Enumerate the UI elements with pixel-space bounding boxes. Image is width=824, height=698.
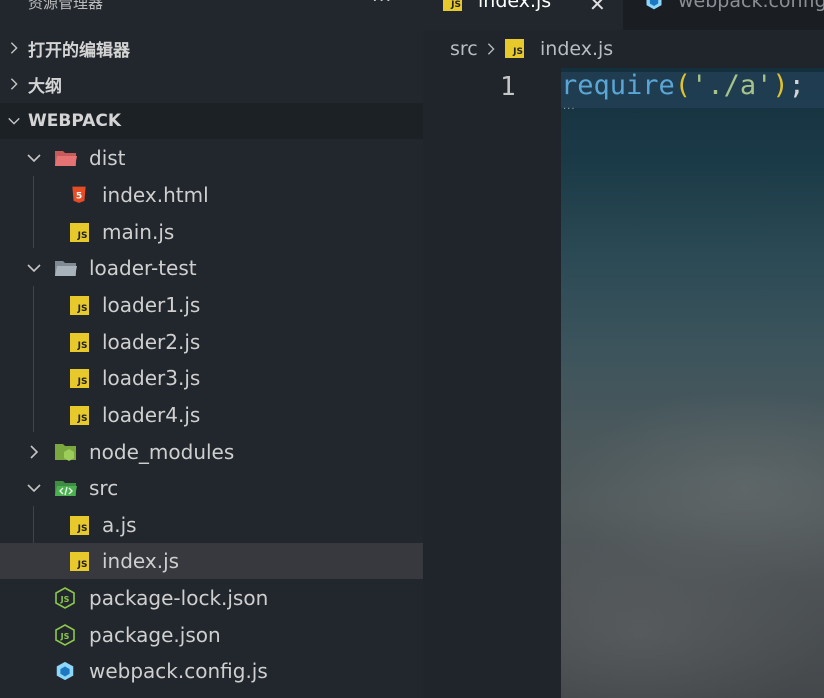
- more-actions-button[interactable]: ···: [372, 0, 392, 11]
- line-gutter: [423, 68, 561, 698]
- tree-file-main-js[interactable]: JS main.js: [0, 214, 423, 250]
- tree-label: loader4.js: [102, 403, 201, 427]
- tree-label: node_modules: [89, 440, 235, 464]
- folder-open-icon: [54, 256, 78, 280]
- tree-label: loader1.js: [102, 293, 201, 317]
- js-file-icon: JS: [67, 549, 91, 573]
- chevron-down-icon: [0, 114, 28, 128]
- tree-file-webpack-config[interactable]: webpack.config.js: [0, 653, 423, 689]
- tree-file-index-html[interactable]: 5 index.html: [0, 177, 423, 213]
- section-label: WEBPACK: [28, 111, 122, 131]
- tree-folder-node-modules[interactable]: node_modules: [0, 434, 423, 470]
- chevron-down-icon: [26, 260, 42, 276]
- folder-open-dist-icon: [54, 146, 78, 170]
- code-editor[interactable]: 1 require('./a'); ···: [423, 68, 824, 698]
- tree-label: loader3.js: [102, 366, 201, 390]
- js-file-icon: JS: [67, 513, 91, 537]
- editor-pane: JS index.js ✕ webpack.config src JS inde…: [423, 0, 824, 698]
- tree-file-loader2[interactable]: JS loader2.js: [0, 324, 423, 360]
- section-open-editors[interactable]: 打开的编辑器: [0, 30, 423, 66]
- tree-file-index-js[interactable]: JS index.js: [0, 543, 423, 579]
- tree-label: a.js: [102, 513, 137, 537]
- js-file-icon: JS: [505, 39, 524, 58]
- hint-dots: ···: [563, 104, 576, 115]
- tree-folder-dist[interactable]: dist: [0, 140, 423, 176]
- tree-label: loader2.js: [102, 330, 201, 354]
- tree-label: main.js: [102, 220, 175, 244]
- tree-file-loader3[interactable]: JS loader3.js: [0, 360, 423, 396]
- tree-label: src: [89, 476, 119, 500]
- chevron-right-icon: [484, 40, 498, 62]
- tree-file-package-lock-json[interactable]: JS package-lock.json: [0, 580, 423, 616]
- tree-label: index.js: [102, 549, 180, 573]
- nodejs-icon: JS: [53, 623, 77, 647]
- chevron-down-icon: [26, 480, 42, 496]
- section-label: 大纲: [28, 76, 62, 97]
- tab-label: webpack.config: [678, 0, 824, 12]
- explorer-sidebar: 资源管理器 ··· 打开的编辑器 大纲 WEBPACK dist 5 index…: [0, 0, 423, 698]
- token-paren: ): [772, 70, 789, 101]
- close-icon[interactable]: ✕: [589, 0, 606, 16]
- chevron-right-icon: [0, 77, 28, 91]
- webpack-icon: [644, 0, 664, 16]
- tab-bar: JS index.js ✕ webpack.config: [423, 0, 824, 30]
- svg-text:5: 5: [76, 190, 82, 201]
- breadcrumb-file[interactable]: index.js: [540, 38, 613, 60]
- code-line-1[interactable]: require('./a');: [561, 70, 805, 101]
- tree-file-loader1[interactable]: JS loader1.js: [0, 287, 423, 323]
- tree-label: package.json: [89, 623, 221, 647]
- js-file-icon: JS: [67, 366, 91, 390]
- nodejs-icon: JS: [53, 586, 77, 610]
- tree-label: dist: [89, 146, 126, 170]
- tree-label: index.html: [102, 183, 209, 207]
- tab-label: index.js: [478, 0, 552, 12]
- js-file-icon: JS: [67, 293, 91, 317]
- node-modules-folder-icon: [54, 440, 78, 464]
- js-file-icon: JS: [443, 0, 462, 11]
- tree-label: loader-test: [89, 256, 197, 280]
- tab-index-js[interactable]: JS index.js ✕: [423, 0, 623, 30]
- tab-webpack-config[interactable]: webpack.config: [624, 0, 824, 30]
- tree-label: webpack.config.js: [89, 659, 268, 683]
- section-project[interactable]: WEBPACK: [0, 103, 423, 139]
- tree-label: package-lock.json: [89, 586, 269, 610]
- token-function: require: [561, 70, 675, 101]
- line-number: 1: [500, 72, 516, 102]
- section-outline[interactable]: 大纲: [0, 66, 423, 102]
- token-string: './a': [691, 70, 773, 101]
- folder-src-icon: [54, 476, 78, 500]
- js-file-icon: JS: [67, 220, 91, 244]
- tree-file-a-js[interactable]: JS a.js: [0, 507, 423, 543]
- chevron-right-icon: [26, 444, 42, 460]
- js-file-icon: JS: [67, 330, 91, 354]
- section-label: 打开的编辑器: [28, 40, 130, 61]
- token-paren: (: [674, 70, 692, 101]
- tree-file-package-json[interactable]: JS package.json: [0, 617, 423, 653]
- js-file-icon: JS: [67, 403, 91, 427]
- explorer-title: 资源管理器: [28, 0, 104, 12]
- html5-icon: 5: [67, 183, 91, 207]
- token-semicolon: ;: [788, 70, 805, 101]
- breadcrumb-folder[interactable]: src: [450, 38, 478, 60]
- tree-file-loader4[interactable]: JS loader4.js: [0, 397, 423, 433]
- breadcrumb: src JS index.js: [423, 30, 824, 68]
- tree-folder-loader-test[interactable]: loader-test: [0, 250, 423, 286]
- svg-text:JS: JS: [60, 595, 70, 604]
- svg-text:JS: JS: [60, 632, 70, 641]
- chevron-right-icon: [0, 41, 28, 55]
- webpack-icon: [53, 659, 77, 683]
- tree-folder-src[interactable]: src: [0, 470, 423, 506]
- background-cloud: [561, 538, 824, 698]
- chevron-down-icon: [26, 150, 42, 166]
